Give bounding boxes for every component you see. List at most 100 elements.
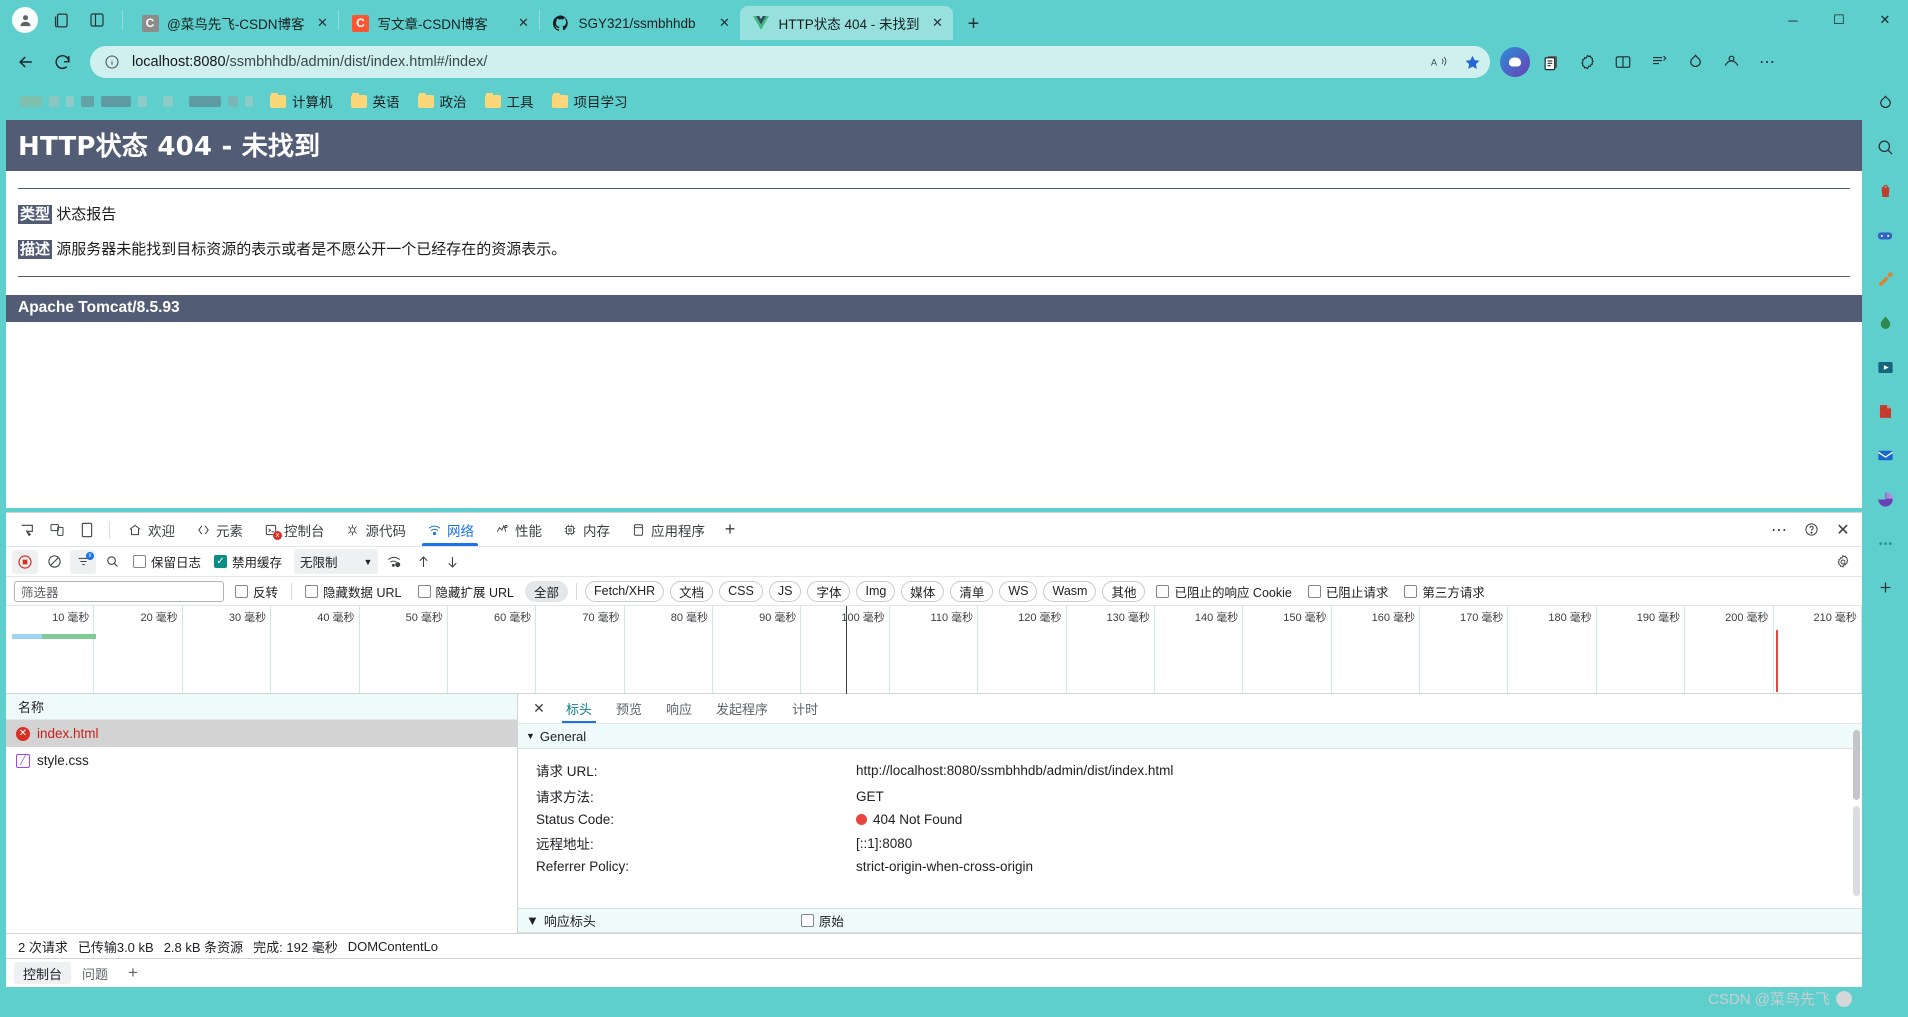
bookmark-item-blurred-2[interactable] [157, 93, 179, 110]
device-toolbar-icon[interactable] [42, 516, 72, 544]
blocked-requests-checkbox[interactable]: 已阻止请求 [1303, 582, 1394, 601]
tab-github-repo[interactable]: SGY321/ssmbhhdb ✕ [540, 6, 740, 40]
table-row[interactable]: ✕ index.html [6, 720, 517, 747]
close-icon[interactable]: ✕ [714, 13, 734, 33]
filter-pill-css[interactable]: CSS [719, 580, 763, 602]
throttling-select[interactable]: 无限制 ▼ [294, 549, 379, 574]
bookmark-folder-projects[interactable]: 项目学习 [545, 88, 635, 114]
new-tab-button[interactable]: + [957, 8, 989, 40]
close-window-button[interactable]: ✕ [1862, 0, 1908, 40]
detail-scrollbar-track[interactable] [1853, 806, 1860, 896]
filter-icon[interactable]: x [70, 549, 96, 574]
upload-icon[interactable] [410, 550, 436, 574]
reload-button[interactable] [44, 44, 80, 80]
search-sidebar-icon[interactable] [1870, 132, 1900, 162]
close-icon[interactable]: ✕ [513, 13, 533, 33]
bookmark-item-blurred-1[interactable] [14, 93, 153, 110]
tab-response[interactable]: 响应 [656, 694, 702, 723]
copilot-button[interactable] [1498, 45, 1532, 79]
split-screen-icon[interactable] [80, 3, 114, 37]
bookmark-folder-english[interactable]: 英语 [344, 88, 407, 114]
filter-pill-other[interactable]: 其他 [1102, 580, 1146, 602]
drawer-add-tab-button[interactable]: + [119, 962, 147, 984]
filter-pill-fetch-xhr[interactable]: Fetch/XHR [585, 580, 665, 602]
filter-pill-all[interactable]: 全部 [524, 580, 568, 602]
request-list-column-header[interactable]: 名称 [6, 694, 517, 720]
tab-csdn-blog[interactable]: C @菜鸟先飞-CSDN博客 ✕ [129, 6, 338, 40]
third-party-checkbox[interactable]: 第三方请求 [1399, 582, 1490, 601]
favorites-button[interactable] [1642, 45, 1676, 79]
filter-pill-doc[interactable]: 文档 [670, 580, 714, 602]
split-screen-button[interactable] [1606, 45, 1640, 79]
response-headers-section-header[interactable]: ▼ 响应标头 原始 [518, 908, 1862, 933]
read-aloud-icon[interactable]: A [1428, 50, 1452, 74]
media-icon[interactable] [1870, 352, 1900, 382]
filter-pill-manifest[interactable]: 清单 [950, 580, 994, 602]
help-icon[interactable] [1796, 516, 1826, 544]
filter-pill-ws[interactable]: WS [999, 580, 1038, 602]
preserve-log-checkbox[interactable]: 保留日志 [128, 552, 206, 571]
raw-checkbox[interactable]: 原始 [800, 911, 844, 930]
inspect-element-icon[interactable] [12, 516, 42, 544]
drawer-tab-console[interactable]: 控制台 [14, 962, 72, 984]
blocked-cookies-checkbox[interactable]: 已阻止的响应 Cookie [1151, 582, 1296, 601]
chart-icon[interactable] [1870, 484, 1900, 514]
filter-pill-font[interactable]: 字体 [807, 580, 851, 602]
info-icon[interactable] [100, 50, 124, 74]
bookmark-folder-computer[interactable]: 计算机 [263, 88, 340, 114]
close-icon[interactable]: ✕ [312, 13, 332, 33]
network-timeline[interactable]: 10 毫秒 20 毫秒 30 毫秒 40 毫秒 50 毫秒 60 毫秒 70 毫… [6, 606, 1862, 694]
hide-data-urls-checkbox[interactable]: 隐藏数据 URL [300, 582, 406, 601]
filter-pill-js[interactable]: JS [768, 580, 802, 602]
tab-timing[interactable]: 计时 [782, 694, 828, 723]
tab-http-404[interactable]: HTTP状态 404 - 未找到 ✕ [740, 6, 954, 40]
close-detail-icon[interactable]: ✕ [526, 696, 552, 722]
outlook-icon[interactable] [1870, 440, 1900, 470]
bookmark-folder-politics[interactable]: 政治 [411, 88, 474, 114]
filter-pill-media[interactable]: 媒体 [901, 580, 945, 602]
maximize-button[interactable]: ☐ [1816, 0, 1862, 40]
bookmark-folder-tools[interactable]: 工具 [478, 88, 541, 114]
tab-console[interactable]: x 控制台 [253, 513, 335, 546]
wifi-settings-icon[interactable] [381, 550, 407, 574]
tab-collections-icon[interactable] [44, 3, 78, 37]
games-icon[interactable] [1870, 220, 1900, 250]
more-tools-icon[interactable]: ⋯ [1764, 516, 1794, 544]
detail-scrollbar-thumb[interactable] [1853, 730, 1860, 800]
tab-performance[interactable]: 性能 [484, 513, 552, 546]
tab-headers[interactable]: 标头 [556, 694, 602, 723]
filter-pill-wasm[interactable]: Wasm [1043, 580, 1097, 602]
office-icon[interactable] [1870, 396, 1900, 426]
table-row[interactable]: ╱ style.css [6, 747, 517, 774]
search-icon[interactable] [99, 550, 125, 574]
tab-application[interactable]: 应用程序 [620, 513, 715, 546]
tab-welcome[interactable]: 欢迎 [117, 513, 185, 546]
hide-extension-urls-checkbox[interactable]: 隐藏扩展 URL [413, 582, 519, 601]
add-sidebar-icon[interactable] [1870, 572, 1900, 602]
drop-icon[interactable] [1870, 308, 1900, 338]
profile-settings-button[interactable] [1714, 45, 1748, 79]
tools-icon[interactable] [1870, 264, 1900, 294]
bookmark-item-blurred-3[interactable] [183, 93, 259, 110]
minimize-button[interactable]: ─ [1770, 0, 1816, 40]
extensions-button[interactable] [1570, 45, 1604, 79]
tab-csdn-write[interactable]: C 写文章-CSDN博客 ✕ [339, 6, 539, 40]
browser-essentials-button[interactable] [1678, 45, 1712, 79]
tab-initiator[interactable]: 发起程序 [706, 694, 778, 723]
tab-memory[interactable]: 内存 [552, 513, 620, 546]
shopping-icon[interactable] [1870, 176, 1900, 206]
record-stop-icon[interactable] [12, 549, 38, 574]
invert-checkbox[interactable]: 反转 [230, 582, 283, 601]
close-devtools-icon[interactable]: ✕ [1828, 516, 1858, 544]
copilot-sidebar-icon[interactable] [1870, 88, 1900, 118]
profile-avatar[interactable] [12, 7, 38, 33]
tab-network[interactable]: 网络 [416, 513, 484, 546]
disable-cache-checkbox[interactable]: ✓ 禁用缓存 [209, 552, 287, 571]
back-button[interactable] [8, 44, 44, 80]
favorite-icon[interactable] [1460, 50, 1484, 74]
clear-icon[interactable] [41, 550, 67, 574]
filter-input[interactable]: 筛选器 [14, 580, 224, 602]
address-bar[interactable]: localhost:8080/ssmbhhdb/admin/dist/index… [90, 46, 1490, 78]
tab-sources[interactable]: 源代码 [335, 513, 417, 546]
tab-preview[interactable]: 预览 [606, 694, 652, 723]
